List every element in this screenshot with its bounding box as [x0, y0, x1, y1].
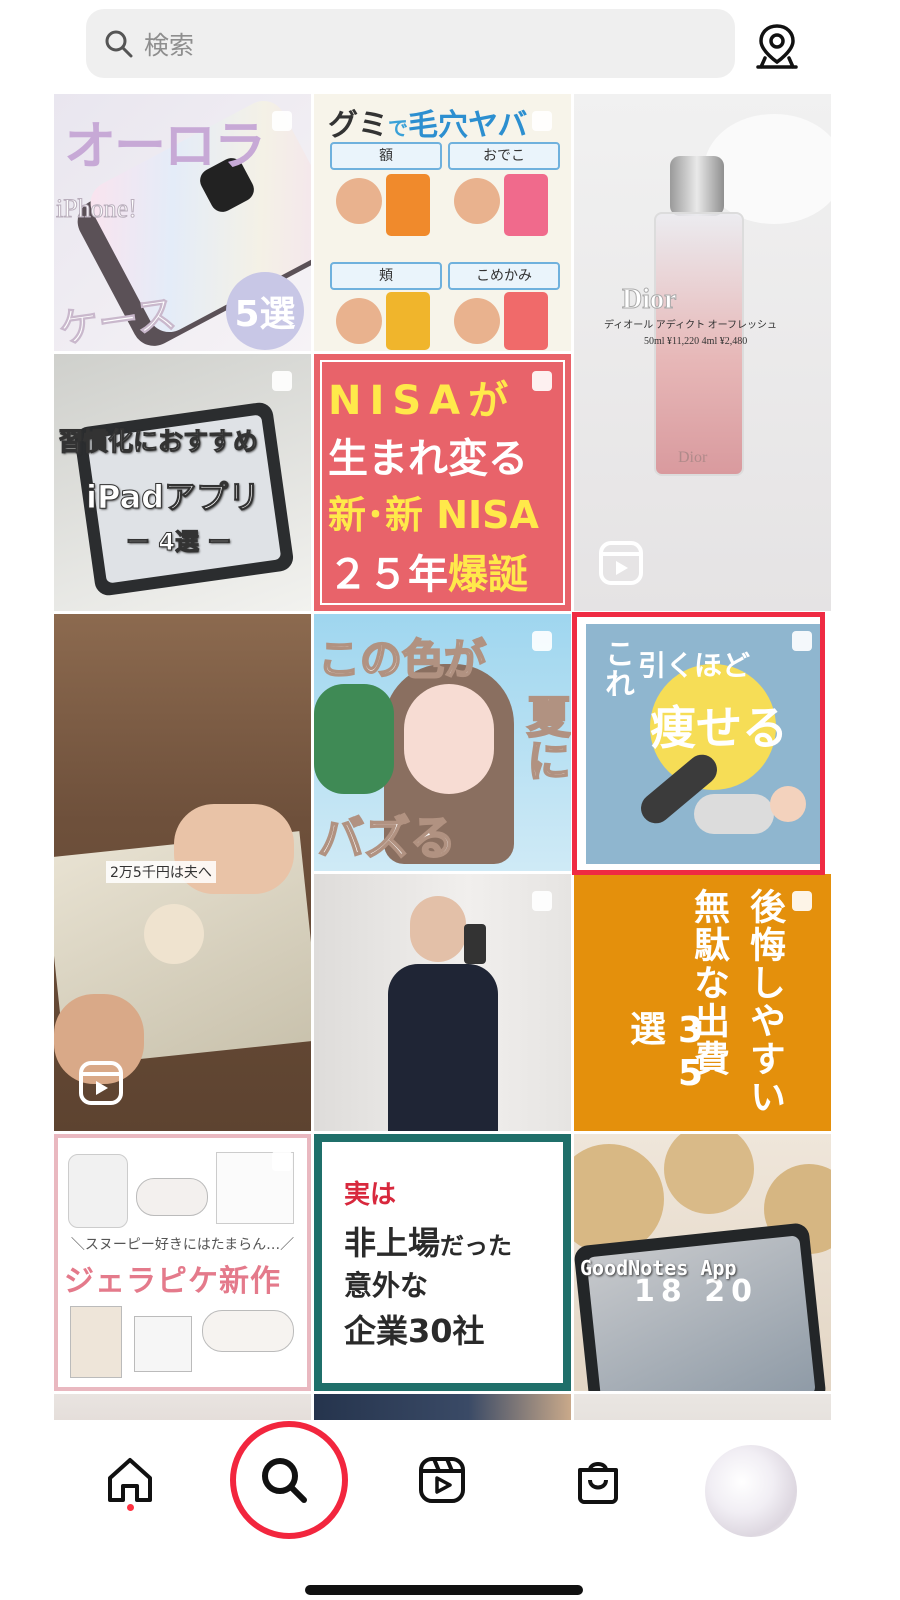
post-partial[interactable]: [54, 1394, 311, 1420]
plush-image: [202, 1310, 294, 1352]
dress-image: [388, 964, 498, 1131]
gummy-label: こめかみ: [448, 262, 560, 290]
snoopy-title: ジェラピケ新作: [64, 1264, 281, 1299]
plant-illustration: [314, 684, 394, 794]
color-line2: 夏に: [518, 693, 571, 783]
waste-col3: 35選: [624, 1010, 711, 1096]
companies-line4: 企業30社: [344, 1312, 485, 1350]
multi-post-icon: [532, 1151, 552, 1171]
search-placeholder: 検索: [144, 30, 195, 60]
slippers-image: [136, 1178, 208, 1216]
bottle-cap: [670, 156, 724, 216]
gummy-pack: [386, 292, 430, 350]
face-illustration: [336, 178, 382, 224]
post-color-summer[interactable]: この色が 夏に バズる: [314, 614, 571, 871]
shorts-image: [134, 1316, 192, 1372]
gummy-pack: [504, 174, 548, 236]
hoodie-image: [68, 1154, 128, 1228]
gummy-title-b: で: [388, 116, 408, 140]
aurora-title: オーロラ: [64, 117, 266, 177]
aurora-bottom: ケース: [55, 290, 180, 351]
multi-post-icon: [272, 1151, 292, 1171]
map-pin-icon[interactable]: [755, 22, 799, 70]
dior-name: ディオール アディクト オーフレッシュ: [604, 320, 777, 331]
gummy-title-c: 毛穴ヤバ: [408, 108, 528, 143]
post-unlisted-companies[interactable]: 実は 非上場だった 意外な 企業30社: [314, 1134, 571, 1391]
dior-price: 50ml ¥11,220 4ml ¥2,480: [644, 336, 748, 347]
companies-line3: 意外な: [344, 1269, 429, 1302]
companies-line1: 実は: [344, 1180, 397, 1210]
shop-icon[interactable]: [568, 1450, 628, 1510]
nisa-line2: 生まれ変る: [328, 436, 528, 482]
search-highlight-ring: [230, 1421, 348, 1539]
dior-brand: Dior: [621, 284, 677, 316]
ipad-line3: ー 4選 ー: [125, 528, 232, 557]
post-ipad-apps[interactable]: 習慣化におすすめ iPadアプリ ー 4選 ー: [54, 354, 311, 611]
search-icon: [105, 30, 133, 57]
multi-post-icon: [272, 371, 292, 391]
selection-highlight: [572, 612, 825, 875]
post-money-envelope[interactable]: 2万5千円は夫へ: [54, 614, 311, 1131]
search-bar[interactable]: 検索: [86, 9, 735, 78]
gummy-label: 頬: [330, 262, 442, 290]
reels-icon: [79, 1061, 123, 1105]
bill-watermark: [144, 904, 204, 964]
waste-col1: 後悔しやすい: [744, 888, 785, 1116]
reels-icon[interactable]: [412, 1450, 472, 1510]
post-goodnotes-app[interactable]: 18 20 GoodNotes App: [574, 1134, 831, 1391]
multi-post-icon: [532, 111, 552, 131]
color-line1: この色が: [317, 634, 487, 685]
bottle-brand: Dior: [678, 449, 708, 466]
companies-line2b: だった: [440, 1232, 513, 1260]
profile-avatar[interactable]: [705, 1445, 797, 1537]
multi-post-icon: [532, 891, 552, 911]
post-wasteful-spending[interactable]: 後悔しやすい 無駄な出費 35選: [574, 874, 831, 1131]
companies-line2a: 非上場: [344, 1224, 441, 1262]
post-new-nisa[interactable]: NISAが 生まれ変る 新･新 NISA ２５年爆誕: [314, 354, 571, 611]
aurora-sub: iPhone!: [56, 194, 138, 224]
tote-image: [70, 1306, 122, 1378]
face-illustration: [454, 298, 500, 344]
face-illustration: [404, 684, 494, 794]
head-image: [410, 896, 466, 962]
nisa-line3: 新･新 NISA: [328, 493, 539, 537]
ipad-line1: 習慣化におすすめ: [57, 427, 259, 457]
home-indicator: [305, 1585, 583, 1595]
post-gummy-pores[interactable]: グミで毛穴ヤバ 額 おでこ 頬 こめかみ: [314, 94, 571, 351]
multi-post-icon: [272, 111, 292, 131]
nisa-line4b: 爆誕: [448, 552, 528, 598]
money-caption: 2万5千円は夫へ: [106, 861, 216, 883]
gummy-pack: [386, 174, 430, 236]
goodnotes-title: GoodNotes App: [580, 1256, 737, 1280]
post-partial[interactable]: [314, 1394, 571, 1420]
post-aurora-iphone-case[interactable]: オーロラ iPhone! ケース 5選: [54, 94, 311, 351]
home-active-dot: [127, 1504, 134, 1511]
multi-post-icon: [792, 891, 812, 911]
nisa-line4a: ２５年: [328, 552, 448, 598]
face-illustration: [454, 178, 500, 224]
face-illustration: [336, 298, 382, 344]
coaster-image: [574, 1144, 664, 1254]
post-dior-addict[interactable]: Dior Dior ディオール アディクト オーフレッシュ 50ml ¥11,2…: [574, 94, 831, 611]
ipad-line2: iPadアプリ: [85, 478, 261, 517]
gummy-title-a: グミ: [328, 108, 388, 143]
post-gelato-pique-snoopy[interactable]: ＼スヌーピー好きにはたまらん…／ ジェラピケ新作: [54, 1134, 311, 1391]
home-icon[interactable]: [100, 1450, 160, 1510]
coaster-image: [664, 1134, 754, 1214]
phone-image: [464, 924, 486, 964]
multi-post-icon: [532, 631, 552, 651]
reels-icon: [599, 541, 643, 585]
multi-post-icon: [532, 371, 552, 391]
nisa-line1: NISAが: [328, 378, 517, 424]
gummy-label: 額: [330, 142, 442, 170]
post-mirror-selfie[interactable]: [314, 874, 571, 1131]
gummy-pack: [504, 292, 548, 350]
color-line3: バズる: [317, 810, 457, 866]
aurora-badge: 5選: [226, 272, 304, 350]
post-partial[interactable]: [574, 1394, 831, 1420]
snoopy-banner: ＼スヌーピー好きにはたまらん…／: [70, 1237, 295, 1253]
gummy-label: おでこ: [448, 142, 560, 170]
